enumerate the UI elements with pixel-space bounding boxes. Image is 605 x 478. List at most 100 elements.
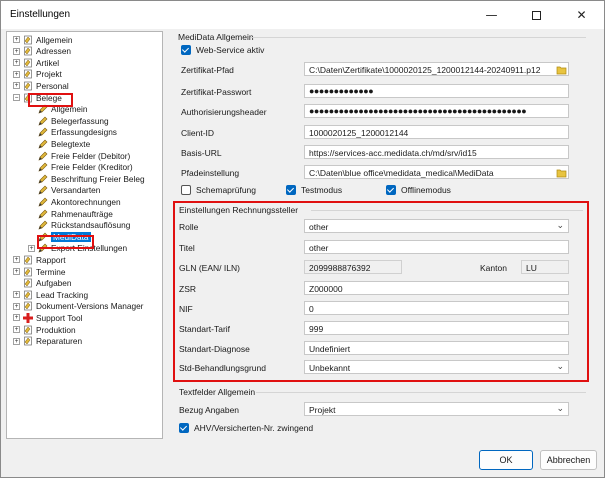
tarif-field[interactable]: 999 [304,321,569,335]
webservice-checkbox[interactable] [181,45,191,55]
zertifikat-pfad-field[interactable]: C:\Daten\Zertifikate\1000020125_12000121… [304,62,569,76]
bezug-select[interactable]: Projekt ⌄ [304,402,569,416]
pfadeinstellung-field[interactable]: C:\Daten\blue office\medidata_medical\Me… [304,165,569,179]
diagnose-field[interactable]: Undefiniert [304,341,569,355]
nif-field[interactable]: 0 [304,301,569,315]
tree-item[interactable]: + Termine [13,266,66,277]
cal-icon [23,267,33,277]
tree-item[interactable]: Beschriftung Freier Beleg [28,173,145,184]
folder-icon [23,69,33,79]
zsr-value: Z000000 [309,284,343,294]
titel-field[interactable]: other [304,240,569,254]
basis-url-label: Basis-URL [181,148,222,158]
zsr-field[interactable]: Z000000 [304,281,569,295]
tree-item[interactable]: Rahmenaufträge [28,208,113,219]
expand-icon[interactable]: + [13,70,20,78]
basis-url-value: https://services-acc.medidata.ch/md/srv/… [309,148,477,158]
expand-icon[interactable]: + [13,326,20,333]
tree-item-label: Allgemein [36,34,73,45]
title-bar: Einstellungen — ✕ [1,1,604,29]
expand-icon[interactable]: + [13,82,20,90]
expand-icon[interactable]: + [13,36,20,43]
folder-icon[interactable] [556,167,567,178]
client-id-field[interactable]: 1000020125_1200012144 [304,125,569,139]
offlinemodus-checkbox[interactable] [386,185,396,195]
zertifikat-passwort-field[interactable]: ●●●●●●●●●●●●● [304,84,569,98]
pencil-icon [38,197,48,207]
maximize-icon [532,10,541,20]
auth-header-label: Authorisierungsheader [181,107,267,117]
pfadeinstellung-label: Pfadeinstellung [181,168,240,178]
nif-value: 0 [309,304,314,314]
auth-header-value: ●●●●●●●●●●●●●●●●●●●●●●●●●●●●●●●●●●●●●●●●… [309,106,527,116]
cancel-button[interactable]: Abbrechen [540,450,597,470]
tree-item[interactable]: Aufgaben [13,278,72,289]
tree-item[interactable]: + Support Tool [13,312,82,323]
tree-item[interactable]: + Reparaturen [13,336,82,347]
tree-item-label: Rückstandsauflösung [51,220,131,231]
expand-icon[interactable]: + [13,291,20,299]
expand-icon [13,279,20,287]
tree-item[interactable]: + Projekt [13,69,62,80]
tree-item[interactable]: Erfassungdesigns [28,127,117,138]
close-button[interactable]: ✕ [559,1,604,29]
expand-icon[interactable]: + [13,268,20,275]
titel-value: other [309,243,329,253]
tree-item[interactable]: + Produktion [13,324,76,335]
doc-icon [23,301,33,311]
ok-button[interactable]: OK [479,450,533,470]
expand-icon[interactable]: + [13,337,20,345]
ahv-checkbox[interactable] [179,423,189,433]
chevron-down-icon[interactable]: ⌄ [556,221,564,231]
person-icon [23,81,33,91]
auth-header-field[interactable]: ●●●●●●●●●●●●●●●●●●●●●●●●●●●●●●●●●●●●●●●●… [304,104,569,118]
pencil-icon [38,127,48,137]
chevron-down-icon[interactable]: ⌄ [556,404,564,414]
testmodus-checkbox[interactable] [286,185,296,195]
expand-icon[interactable]: + [13,59,20,67]
expand-icon[interactable]: + [13,47,20,55]
settings-window: Einstellungen — ✕ + Allgemein + Adressen + Ar… [0,0,605,478]
zertifikat-passwort-label: Zertifikat-Passwort [181,87,252,97]
chevron-down-icon[interactable]: ⌄ [556,362,564,372]
tree-item[interactable]: + Dokument-Versions Manager [13,301,143,312]
tree-item[interactable]: Belegerfassung [28,115,109,126]
minimize-button[interactable]: — [469,1,514,29]
tree-item-label: Versandarten [51,185,101,196]
tree-item[interactable]: Belegtexte [28,138,90,149]
folder-icon[interactable] [556,64,567,75]
collapse-icon[interactable]: − [13,94,20,101]
tree-item-label: Beschriftung Freier Beleg [51,173,145,184]
kanton-field[interactable]: LU [521,260,569,274]
schemapruefung-checkbox[interactable] [181,185,191,195]
tree-item-label: Rapport [36,254,66,265]
tree-item[interactable]: + Allgemein [13,34,72,45]
factory-icon [23,325,33,335]
diagnose-label: Standart-Diagnose [179,344,250,354]
tree-item[interactable]: Versandarten [28,185,100,196]
tree-item[interactable]: Freie Felder (Kreditor) [28,162,133,173]
behandlungsgrund-select[interactable]: Unbekannt ⌄ [304,360,569,374]
tree-item-label: Akontorechnungen [51,196,121,207]
gln-field[interactable]: 2099988876392 [304,260,402,274]
expand-icon[interactable]: + [13,256,20,264]
medidata-highlight [37,235,94,249]
expand-icon[interactable]: + [13,314,20,322]
rolle-select[interactable]: other ⌄ [304,219,569,233]
tree-item[interactable]: + Rapport [13,254,66,265]
panel-scrollbar[interactable] [591,31,598,436]
tree-item[interactable]: + Lead Tracking [13,289,88,300]
tree-item[interactable]: Akontorechnungen [28,196,121,207]
expand-icon[interactable]: + [13,302,20,310]
tree-item[interactable]: + Artikel [13,57,59,68]
tree-item[interactable]: + Personal [13,80,69,91]
maximize-button[interactable] [514,1,559,29]
expand-icon[interactable]: + [28,244,35,252]
tree-item[interactable]: Freie Felder (Debitor) [28,150,130,161]
tree-item[interactable]: + Adressen [13,46,71,57]
gear-icon [23,35,33,45]
tree-item-label: Adressen [36,46,72,57]
rechnung-section-title: Einstellungen Rechnungssteller [179,205,299,215]
tree-item[interactable]: Rückstandsauflösung [28,220,130,231]
basis-url-field[interactable]: https://services-acc.medidata.ch/md/srv/… [304,145,569,159]
